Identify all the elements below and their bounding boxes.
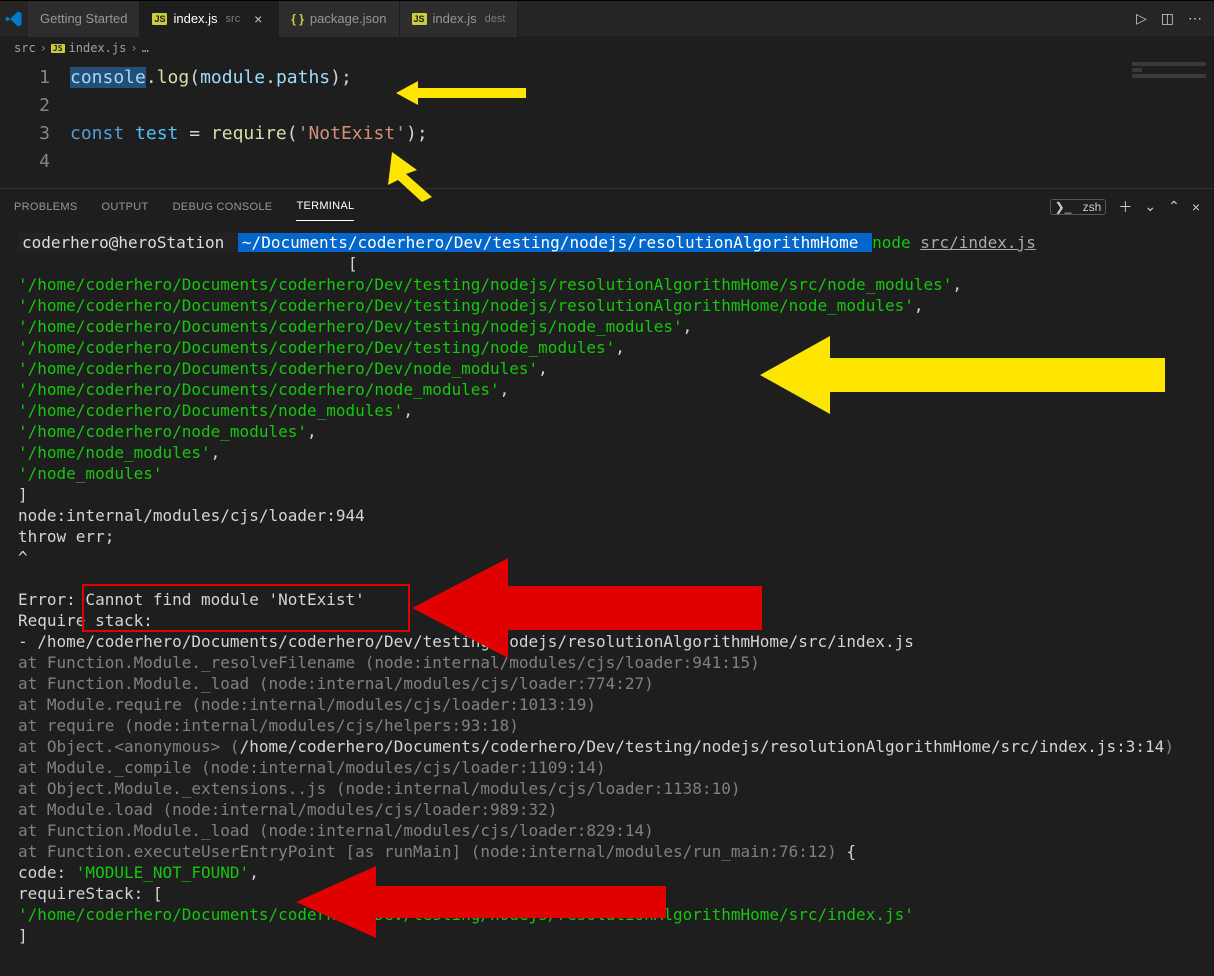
terminal-line: '/home/coderhero/Documents/coderhero/Dev… — [18, 359, 538, 378]
stack-trace-line: at Module._compile (node:internal/module… — [18, 757, 1196, 778]
stack-trace-line: at Function.Module._load (node:internal/… — [18, 673, 1196, 694]
terminal-line: '/home/coderhero/Documents/coderhero/Dev… — [18, 904, 1196, 925]
terminal-line: ] — [18, 484, 1196, 505]
terminal-line: '/home/coderhero/Documents/coderhero/Dev… — [18, 317, 683, 336]
js-file-icon: JS — [152, 13, 167, 25]
terminal-line: Require stack: — [18, 610, 1196, 631]
terminal-line: '/home/coderhero/node_modules' — [18, 422, 307, 441]
chevron-right-icon: › — [40, 41, 47, 55]
breadcrumb-segment[interactable]: index.js — [69, 41, 127, 55]
js-file-icon: JS — [412, 13, 427, 25]
js-file-icon: JS — [51, 44, 65, 53]
editor-tab-bar: Getting Started JS index.js src × { } pa… — [0, 0, 1214, 36]
terminal-line: ] — [18, 925, 1196, 946]
prompt-binary: node — [872, 233, 911, 252]
error-message: Cannot find module 'NotExist' — [76, 590, 365, 609]
terminal-line: '/home/coderhero/Documents/coderhero/nod… — [18, 380, 500, 399]
chevron-down-icon[interactable]: ⌄ — [1144, 198, 1156, 215]
split-editor-icon[interactable]: ◫ — [1161, 10, 1174, 27]
stack-trace-line: at Module.require (node:internal/modules… — [18, 694, 1196, 715]
shell-selector[interactable]: ❯_ zsh — [1050, 199, 1107, 215]
stack-trace-line: at Function.Module._load (node:internal/… — [18, 820, 1196, 841]
line-number: 2 — [0, 92, 70, 120]
tab-package-json[interactable]: { } package.json — [279, 1, 399, 37]
terminal-line: [ — [18, 253, 1196, 274]
terminal-line: throw err; — [18, 526, 1196, 547]
tab-label: index.js — [173, 11, 217, 26]
code-editor[interactable]: 1 console.log(module.paths); 2 3 const t… — [0, 60, 1214, 188]
prompt-command: src/index.js — [920, 233, 1036, 252]
run-icon[interactable]: ▷ — [1136, 10, 1147, 27]
stack-trace-line: at require (node:internal/modules/cjs/he… — [18, 715, 1196, 736]
vscode-logo-icon — [0, 1, 28, 37]
tab-sublabel: src — [226, 13, 241, 25]
line-number: 3 — [0, 120, 70, 148]
breadcrumb[interactable]: src › JS index.js › … — [0, 36, 1214, 60]
tab-index-src[interactable]: JS index.js src × — [140, 1, 279, 37]
terminal-line: '/home/coderhero/Documents/coderhero/Dev… — [18, 275, 952, 294]
tab-label: Getting Started — [40, 11, 127, 26]
breadcrumb-segment[interactable]: src — [14, 41, 36, 55]
panel-tab-debug[interactable]: DEBUG CONSOLE — [173, 193, 273, 221]
terminal-line: '/home/coderhero/Documents/coderhero/Dev… — [18, 296, 914, 315]
stack-trace-line: at Function.Module._resolveFilename (nod… — [18, 652, 1196, 673]
tab-label: index.js — [433, 11, 477, 26]
tab-getting-started[interactable]: Getting Started — [28, 1, 140, 37]
terminal-line: '/home/coderhero/Documents/coderhero/Dev… — [18, 338, 615, 357]
terminal-line: '/node_modules' — [18, 464, 163, 483]
line-number: 4 — [0, 148, 70, 176]
terminal-line: '/home/node_modules' — [18, 443, 211, 462]
panel-tab-problems[interactable]: PROBLEMS — [14, 193, 78, 221]
breadcrumb-segment[interactable]: … — [142, 41, 149, 55]
panel-tab-output[interactable]: OUTPUT — [102, 193, 149, 221]
terminal-line: '/home/coderhero/Documents/node_modules' — [18, 401, 403, 420]
stack-trace-line: at Object.Module._extensions..js (node:i… — [18, 778, 1196, 799]
line-number: 1 — [0, 64, 70, 92]
maximize-panel-icon[interactable]: ⌃ — [1168, 198, 1180, 215]
terminal-line: node:internal/modules/cjs/loader:944 — [18, 505, 1196, 526]
panel-tab-bar: PROBLEMS OUTPUT DEBUG CONSOLE TERMINAL ❯… — [0, 188, 1214, 224]
chevron-right-icon: › — [130, 41, 137, 55]
json-file-icon: { } — [291, 12, 304, 26]
terminal[interactable]: coderhero@heroStation ~/Documents/coderh… — [0, 224, 1214, 964]
more-icon[interactable]: ⋯ — [1188, 10, 1202, 27]
close-icon[interactable]: × — [250, 11, 266, 27]
prompt-user: coderhero@heroStation — [18, 233, 238, 252]
tab-label: package.json — [310, 11, 387, 26]
stack-trace-line: at Module.load (node:internal/modules/cj… — [18, 799, 1196, 820]
terminal-line: requireStack: [ — [18, 883, 1196, 904]
error-label: Error: — [18, 590, 76, 609]
error-code: 'MODULE_NOT_FOUND' — [76, 863, 249, 882]
prompt-path: ~/Documents/coderhero/Dev/testing/nodejs… — [238, 233, 872, 252]
terminal-line: - /home/coderhero/Documents/coderhero/De… — [18, 631, 1196, 652]
terminal-line: ^ — [18, 547, 1196, 568]
terminal-icon: ❯_ — [1055, 200, 1072, 214]
close-panel-icon[interactable]: × — [1192, 199, 1200, 215]
new-terminal-icon[interactable]: ＋ — [1118, 197, 1132, 217]
tab-index-dest[interactable]: JS index.js dest — [400, 1, 519, 37]
tab-sublabel: dest — [485, 13, 506, 25]
minimap[interactable] — [1124, 60, 1214, 188]
panel-tab-terminal[interactable]: TERMINAL — [296, 192, 354, 221]
